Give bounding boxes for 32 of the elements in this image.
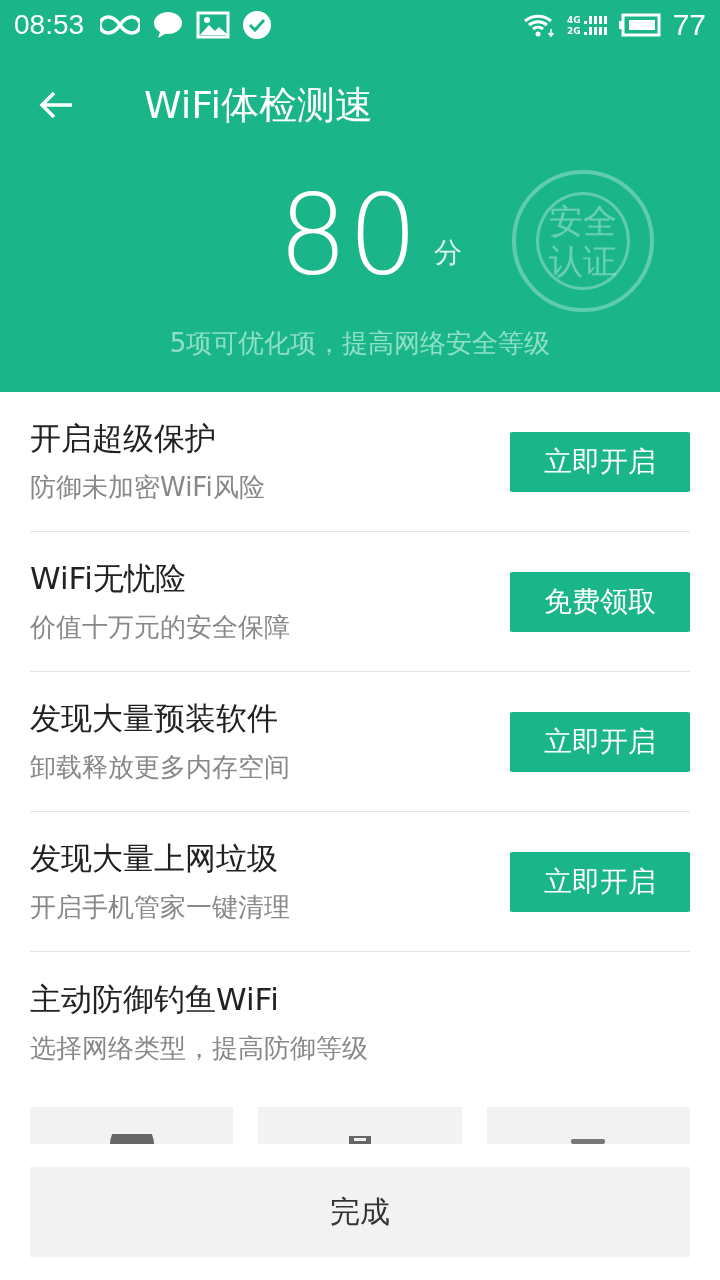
action-button[interactable]: 立即开启 [510, 711, 690, 772]
network-type-card[interactable] [30, 1107, 234, 1144]
battery-level: 77 [672, 8, 706, 42]
battery-icon [618, 13, 661, 37]
item-title: WiFi无忧险 [30, 559, 187, 598]
item-title: 开启超级保护 [30, 419, 217, 458]
status-time: 08:53 [14, 9, 85, 41]
check-circle-icon [242, 10, 273, 40]
item-subtitle: 选择网络类型，提高防御等级 [30, 1031, 368, 1065]
score-unit: 分 [434, 235, 462, 271]
score-summary: 5项可优化项，提高网络安全等级 [168, 327, 552, 360]
action-button[interactable]: 免费领取 [510, 571, 690, 632]
item-title: 发现大量上网垃圾 [30, 839, 279, 878]
item-subtitle: 价值十万元的安全保障 [30, 611, 290, 644]
action-button[interactable]: 立即开启 [510, 851, 690, 912]
wifi-icon [522, 12, 555, 38]
item-subtitle: 卸载释放更多内存空间 [30, 751, 290, 784]
back-icon[interactable] [38, 90, 74, 120]
score-value: 80 [278, 180, 418, 290]
image-icon [196, 11, 231, 39]
done-button[interactable]: 完成 [30, 1167, 690, 1257]
item-subtitle: 防御未加密WiFi风险 [30, 471, 265, 504]
network-type-card[interactable] [486, 1107, 690, 1144]
page-title: WiFi体检测速 [144, 81, 373, 129]
action-button[interactable]: 立即开启 [510, 431, 690, 492]
item-title: 主动防御钓鱼WiFi [30, 979, 280, 1019]
certified-stamp: 安全认证 [512, 170, 654, 312]
signal-indicator: 4G 2G [566, 14, 607, 36]
item-title: 发现大量预装软件 [30, 699, 279, 738]
chat-bubble-icon [152, 10, 185, 40]
item-subtitle: 开启手机管家一键清理 [30, 891, 290, 924]
infinity-icon [100, 14, 141, 36]
